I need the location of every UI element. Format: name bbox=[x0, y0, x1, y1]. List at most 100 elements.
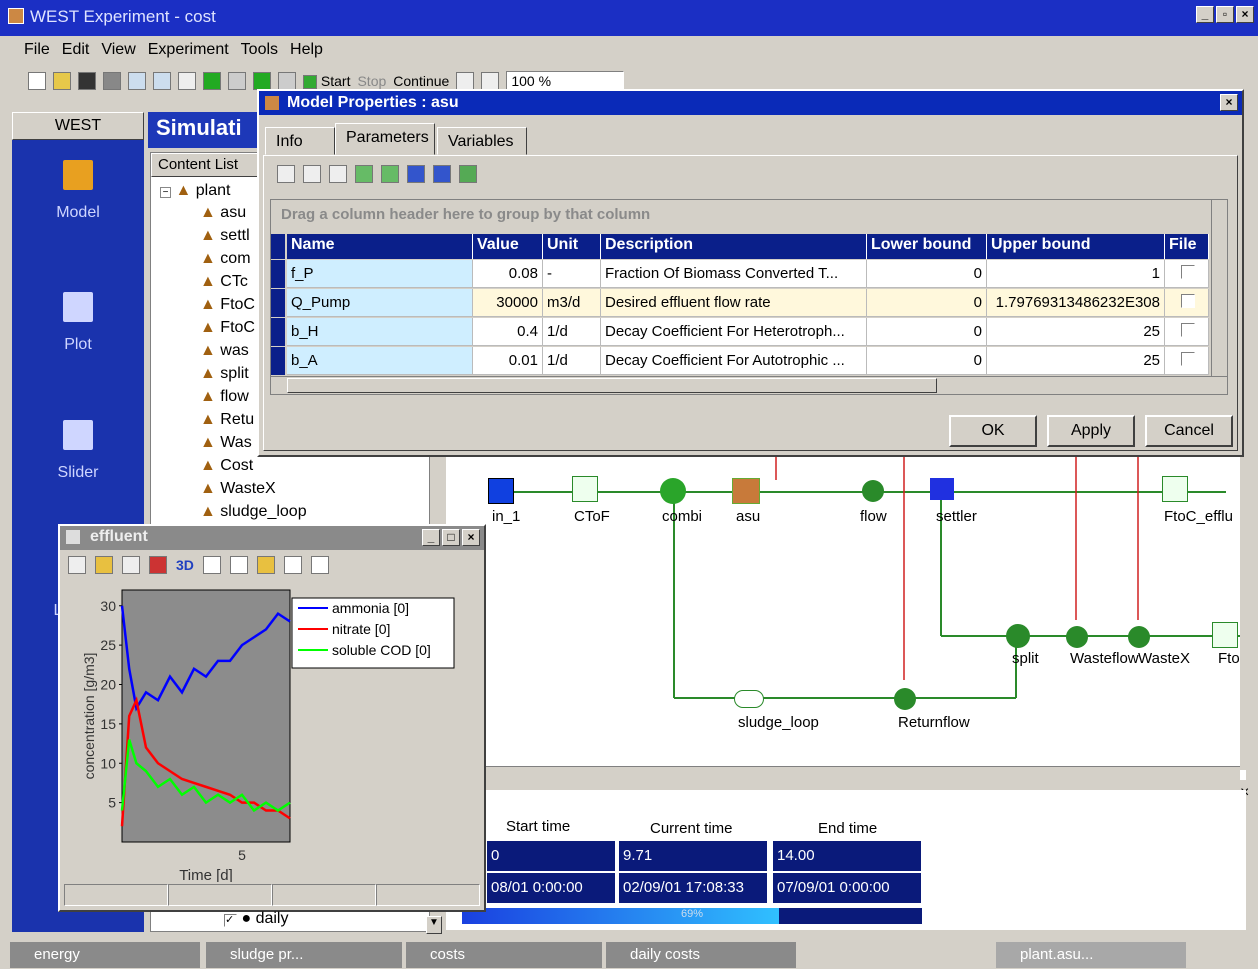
collapse-icon[interactable]: − bbox=[160, 187, 171, 198]
dialog-close-button[interactable]: × bbox=[1220, 94, 1238, 111]
close-button[interactable]: × bbox=[1236, 6, 1254, 23]
file-checkbox[interactable] bbox=[1181, 323, 1195, 337]
print-icon[interactable] bbox=[103, 72, 121, 90]
tree-item-daily[interactable]: ✓ ● daily bbox=[224, 910, 288, 928]
asu-icon[interactable] bbox=[732, 478, 760, 504]
zoom-select[interactable]: 100 % bbox=[506, 71, 625, 91]
ctof-icon[interactable] bbox=[572, 476, 598, 502]
daily-checkbox[interactable]: ✓ bbox=[224, 914, 237, 927]
select-icon[interactable] bbox=[229, 556, 248, 574]
open-icon[interactable] bbox=[53, 72, 71, 90]
flow-icon[interactable] bbox=[862, 480, 884, 502]
arrow-down-icon[interactable] bbox=[407, 165, 425, 183]
file-checkbox[interactable] bbox=[1181, 265, 1195, 279]
tree-item[interactable]: ▲ asu bbox=[200, 204, 246, 222]
cell-value[interactable]: 0.01 bbox=[473, 347, 543, 375]
nav-plot[interactable]: Plot bbox=[12, 292, 144, 354]
plot-close-button[interactable]: × bbox=[462, 529, 480, 546]
nav-model[interactable]: Model bbox=[12, 160, 144, 222]
tree-item[interactable]: ▲ FtoC bbox=[200, 296, 255, 314]
layout1-icon[interactable] bbox=[128, 72, 146, 90]
task-sludge[interactable]: sludge pr... bbox=[206, 942, 402, 968]
menu-experiment[interactable]: Experiment bbox=[148, 41, 229, 59]
task-energy[interactable]: energy bbox=[10, 942, 200, 968]
tree-item[interactable]: ▲ CTc bbox=[200, 273, 248, 291]
cancel-button[interactable]: Cancel bbox=[1145, 415, 1233, 447]
settler-icon[interactable] bbox=[930, 478, 954, 500]
tree-item[interactable]: ▲ WasteX bbox=[200, 480, 276, 498]
new-icon[interactable] bbox=[28, 72, 46, 90]
columns-icon[interactable] bbox=[329, 165, 347, 183]
stop-button[interactable]: Stop bbox=[357, 73, 386, 89]
tree-item[interactable]: ▲ Retu bbox=[200, 411, 254, 429]
block-wasteflow[interactable]: Wasteflow bbox=[1070, 650, 1139, 667]
returnflow-icon[interactable] bbox=[894, 688, 916, 710]
cell-value[interactable]: 0.4 bbox=[473, 318, 543, 346]
block-wastex[interactable]: WasteX bbox=[1138, 650, 1190, 667]
grid-hscroll-thumb[interactable] bbox=[287, 378, 937, 393]
add-plus-icon[interactable] bbox=[253, 72, 271, 90]
cell-lower[interactable]: 0 bbox=[867, 347, 987, 375]
col-unit[interactable]: Unit bbox=[543, 234, 601, 259]
scale-icon[interactable] bbox=[256, 556, 275, 574]
end-time-value[interactable]: 14.00 bbox=[772, 840, 922, 872]
tree-dropdown-arrow-icon[interactable]: ▼ bbox=[426, 916, 442, 934]
ok-button[interactable]: OK bbox=[949, 415, 1037, 447]
menu-edit[interactable]: Edit bbox=[62, 41, 90, 59]
tab-parameters[interactable]: Parameters bbox=[335, 123, 435, 155]
start-button[interactable]: Start bbox=[303, 73, 350, 90]
split-icon[interactable] bbox=[1006, 624, 1030, 648]
tree-item[interactable]: ▲ split bbox=[200, 365, 249, 383]
cell-upper[interactable]: 25 bbox=[987, 318, 1165, 346]
tree-root-plant[interactable]: − ▲ plant bbox=[160, 182, 230, 200]
tree-item[interactable]: ▲ flow bbox=[200, 388, 249, 406]
layout-icon[interactable] bbox=[303, 165, 321, 183]
combi-icon[interactable] bbox=[660, 478, 686, 504]
block-in1[interactable]: in_1 bbox=[492, 508, 520, 525]
properties-icon[interactable] bbox=[178, 72, 196, 90]
row-selector[interactable] bbox=[271, 289, 285, 317]
cell-value[interactable]: 30000 bbox=[473, 289, 543, 317]
col-value[interactable]: Value bbox=[473, 234, 543, 259]
plot-minimize-button[interactable]: _ bbox=[422, 529, 440, 546]
apply-values-icon[interactable] bbox=[459, 165, 477, 183]
in-block-icon[interactable] bbox=[488, 478, 514, 504]
plot-maximize-button[interactable]: □ bbox=[442, 529, 460, 546]
cell-upper[interactable]: 1 bbox=[987, 260, 1165, 288]
block-settler[interactable]: settler bbox=[936, 508, 977, 525]
wastex-icon[interactable] bbox=[1128, 626, 1150, 648]
tree-item[interactable]: ▲ Was bbox=[200, 434, 252, 452]
col-upper-bound[interactable]: Upper bound bbox=[987, 234, 1165, 259]
canvas-hscrollbar[interactable] bbox=[446, 766, 1240, 782]
row-selector[interactable] bbox=[271, 260, 285, 288]
restore-button[interactable]: ▫ bbox=[1216, 6, 1234, 23]
task-costs[interactable]: costs bbox=[406, 942, 602, 968]
end-date-value[interactable]: 07/09/01 0:00:00 bbox=[772, 872, 922, 904]
block-ftoc[interactable]: FtoC_efflu bbox=[1164, 508, 1233, 525]
col-lower-bound[interactable]: Lower bound bbox=[867, 234, 987, 259]
tab-info[interactable]: Info bbox=[265, 127, 335, 155]
menu-file[interactable]: File bbox=[24, 41, 50, 59]
task-daily-costs[interactable]: daily costs bbox=[606, 942, 796, 968]
cell-lower[interactable]: 0 bbox=[867, 318, 987, 346]
block-split[interactable]: split bbox=[1012, 650, 1039, 667]
cell-value[interactable]: 0.08 bbox=[473, 260, 543, 288]
col-description[interactable]: Description bbox=[601, 234, 867, 259]
plot-export-icon[interactable] bbox=[149, 556, 167, 574]
zoom-in-icon[interactable] bbox=[310, 556, 329, 574]
start-date-value[interactable]: 08/01 0:00:00 bbox=[486, 872, 616, 904]
zoom-icon[interactable] bbox=[481, 72, 500, 90]
menu-help[interactable]: Help bbox=[290, 41, 323, 59]
menu-tools[interactable]: Tools bbox=[241, 41, 278, 59]
file-checkbox[interactable] bbox=[1181, 352, 1195, 366]
col-name[interactable]: Name bbox=[287, 234, 473, 259]
cell-lower[interactable]: 0 bbox=[867, 260, 987, 288]
tree-item[interactable]: ▲ Cost bbox=[200, 457, 253, 475]
file-checkbox[interactable] bbox=[1181, 294, 1195, 308]
block-combi[interactable]: combi bbox=[662, 508, 702, 525]
grid-vscrollbar[interactable] bbox=[1211, 200, 1227, 376]
block-returnflow[interactable]: Returnflow bbox=[898, 714, 970, 731]
tree-item[interactable]: ▲ com bbox=[200, 250, 251, 268]
add-green-icon[interactable] bbox=[203, 72, 221, 90]
block-ctof[interactable]: CToF bbox=[574, 508, 610, 525]
